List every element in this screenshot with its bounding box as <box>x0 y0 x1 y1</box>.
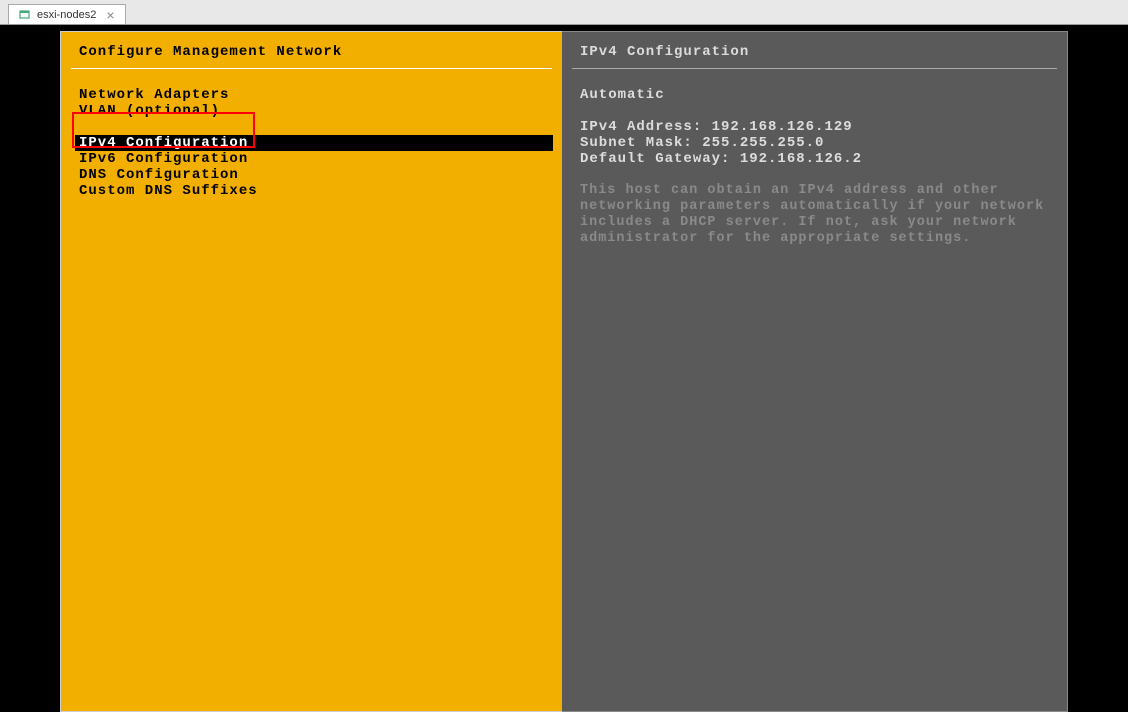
console-area: Configure Management Network Network Ada… <box>0 25 1128 712</box>
tab-bar: esxi-nodes2 × <box>0 0 1128 25</box>
tab-esxi-nodes2[interactable]: esxi-nodes2 × <box>8 4 126 24</box>
menu-item-ipv6-configuration[interactable]: IPv6 Configuration <box>61 151 562 167</box>
right-panel: IPv4 Configuration Automatic IPv4 Addres… <box>562 31 1068 712</box>
ipv4-address-value: 192.168.126.129 <box>712 119 853 135</box>
menu-item-custom-dns-suffixes[interactable]: Custom DNS Suffixes <box>61 183 562 199</box>
left-panel: Configure Management Network Network Ada… <box>60 31 562 712</box>
console-inner: Configure Management Network Network Ada… <box>60 31 1068 712</box>
default-gateway-label: Default Gateway: <box>580 151 730 167</box>
default-gateway-value: 192.168.126.2 <box>740 151 862 167</box>
menu-item-vlan[interactable]: VLAN (optional) <box>61 103 562 119</box>
ipv4-address-label: IPv4 Address: <box>580 119 702 135</box>
subnet-mask-value: 255.255.255.0 <box>702 135 824 151</box>
tab-title: esxi-nodes2 <box>37 9 96 21</box>
left-panel-title: Configure Management Network <box>61 32 562 68</box>
menu-list: Network Adapters VLAN (optional) IPv4 Co… <box>61 69 562 199</box>
close-icon[interactable]: × <box>106 8 114 22</box>
help-text: This host can obtain an IPv4 address and… <box>562 183 1067 247</box>
mode-value: Automatic <box>580 87 1049 103</box>
default-gateway-line: Default Gateway: 192.168.126.2 <box>580 151 1049 167</box>
vm-icon <box>19 9 31 21</box>
subnet-mask-line: Subnet Mask: 255.255.255.0 <box>580 135 1049 151</box>
menu-item-network-adapters[interactable]: Network Adapters <box>61 87 562 103</box>
menu-item-ipv4-configuration[interactable]: IPv4 Configuration <box>75 135 553 151</box>
right-panel-title: IPv4 Configuration <box>562 32 1067 68</box>
subnet-mask-label: Subnet Mask: <box>580 135 693 151</box>
ipv4-address-line: IPv4 Address: 192.168.126.129 <box>580 119 1049 135</box>
menu-item-dns-configuration[interactable]: DNS Configuration <box>61 167 562 183</box>
detail-content: Automatic IPv4 Address: 192.168.126.129 … <box>562 69 1067 167</box>
